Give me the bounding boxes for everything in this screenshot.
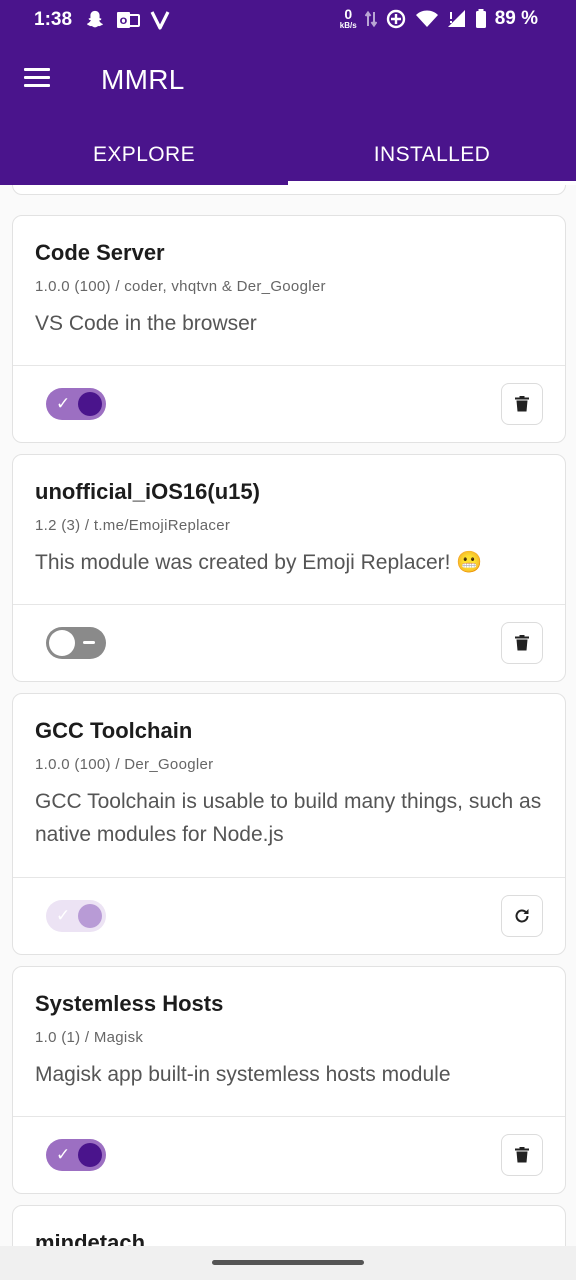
module-description: This module was created by Emoji Replace… — [35, 551, 483, 574]
module-enable-toggle[interactable]: ✓ — [46, 388, 106, 420]
status-time: 1:38 — [34, 9, 73, 30]
signal-icon — [447, 10, 465, 27]
check-icon: ✓ — [56, 906, 71, 925]
module-card: unofficial_iOS16(u15) 1.2 (3) / t.me/Emo… — [12, 454, 566, 682]
module-title: unofficial_iOS16(u15) — [35, 479, 260, 504]
module-meta: 1.0 (1) / Magisk — [35, 1029, 144, 1046]
battery-percent: 89 % — [494, 8, 538, 29]
module-title: Systemless Hosts — [35, 991, 224, 1016]
module-actions — [13, 604, 565, 681]
home-handle[interactable] — [212, 1260, 364, 1265]
module-actions: ✓ — [13, 1116, 565, 1193]
module-enable-toggle[interactable] — [46, 627, 106, 659]
delete-icon — [515, 1147, 529, 1163]
module-card: Systemless Hosts 1.0 (1) / Magisk Magisk… — [12, 966, 566, 1194]
menu-icon[interactable] — [24, 68, 50, 88]
net-speed: 0 kB/s — [339, 6, 357, 30]
tab-bar: EXPLORE INSTALLED — [0, 125, 576, 185]
delete-button[interactable] — [501, 622, 543, 664]
module-description: GCC Toolchain is usable to build many th… — [35, 790, 542, 846]
module-description: VS Code in the browser — [35, 312, 257, 335]
restore-button[interactable] — [501, 895, 543, 937]
app-title: MMRL — [101, 64, 185, 95]
delete-icon — [515, 635, 529, 651]
data-arrows-icon — [364, 10, 377, 28]
module-description: Magisk app built-in systemless hosts mod… — [35, 1063, 451, 1086]
system-icons: 0 kB/s 89 % — [339, 6, 538, 30]
delete-button[interactable] — [501, 383, 543, 425]
module-meta: 1.0.0 (100) / Der_Googler — [35, 756, 214, 773]
module-title: GCC Toolchain — [35, 718, 193, 743]
module-enable-toggle[interactable]: ✓ — [46, 1139, 106, 1171]
delete-button[interactable] — [501, 1134, 543, 1176]
status-bar: 1:38 O 0 kB/s 89 % — [0, 0, 576, 40]
wifi-icon — [415, 10, 438, 27]
v-app-icon — [150, 11, 170, 30]
snapchat-icon — [87, 10, 103, 28]
tab-explore[interactable]: EXPLORE — [0, 125, 288, 185]
module-card: mindetach — [12, 1205, 566, 1246]
app-bar: MMRL EXPLORE INSTALLED — [0, 40, 576, 185]
gesture-nav-bar — [0, 1246, 576, 1280]
module-card-previous — [12, 185, 566, 195]
module-meta: 1.0.0 (100) / coder, vhqtvn & Der_Google… — [35, 278, 326, 295]
module-enable-toggle[interactable]: ✓ — [46, 900, 106, 932]
svg-text:O: O — [120, 17, 128, 27]
module-card: Code Server 1.0.0 (100) / coder, vhqtvn … — [12, 215, 566, 443]
module-actions: ✓ — [13, 365, 565, 442]
minus-icon — [83, 641, 95, 644]
module-title: mindetach — [35, 1230, 146, 1246]
tab-installed[interactable]: INSTALLED — [288, 125, 576, 185]
delete-icon — [515, 396, 529, 412]
battery-icon — [475, 9, 486, 28]
installed-modules-list: Code Server 1.0.0 (100) / coder, vhqtvn … — [0, 185, 576, 1246]
module-meta: 1.2 (3) / t.me/EmojiReplacer — [35, 517, 231, 534]
check-icon: ✓ — [56, 394, 71, 413]
check-icon: ✓ — [56, 1145, 71, 1164]
restore-icon — [515, 909, 529, 923]
module-card: GCC Toolchain 1.0.0 (100) / Der_Googler … — [12, 693, 566, 955]
outlook-icon: O — [117, 12, 140, 28]
sync-icon — [386, 9, 405, 29]
module-title: Code Server — [35, 240, 165, 265]
notification-icons: O — [84, 9, 170, 31]
module-actions: ✓ — [13, 877, 565, 954]
